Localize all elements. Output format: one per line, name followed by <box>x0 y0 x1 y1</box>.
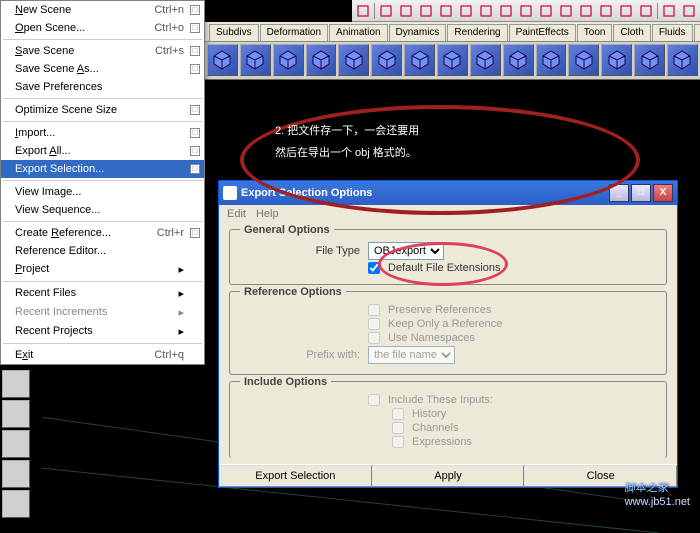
menu-view-sequence[interactable]: View Sequence... <box>1 201 204 219</box>
shelf-wedge-icon[interactable] <box>568 44 599 76</box>
tab-deformation[interactable]: Deformation <box>260 24 328 41</box>
book-icon[interactable] <box>617 3 635 19</box>
transfer-icon[interactable] <box>597 3 615 19</box>
include-options: Include Options Include These Inputs:His… <box>229 381 667 458</box>
default-ext-checkbox[interactable] <box>368 262 380 274</box>
tab-subdivs[interactable]: Subdivs <box>209 24 259 41</box>
tab-fur[interactable]: Fur <box>694 24 700 41</box>
side-view-icon[interactable] <box>2 430 30 458</box>
filetype-select[interactable]: OBJexport <box>368 242 444 260</box>
menu-recent-increments: Recent Increments▸ <box>1 303 204 322</box>
cone-icon[interactable] <box>660 3 678 19</box>
shelf-cube-icon[interactable] <box>207 44 238 76</box>
persp-icon[interactable] <box>2 370 30 398</box>
shelf-donut-icon[interactable] <box>503 44 534 76</box>
shelf-prism-icon[interactable] <box>601 44 632 76</box>
shelf-grid-icon[interactable] <box>338 44 369 76</box>
cube2-icon[interactable] <box>557 3 575 19</box>
menu-save-scene-as[interactable]: Save Scene As...□ <box>1 60 204 78</box>
export-selection-button[interactable]: Export Selection <box>219 465 372 487</box>
tab-painteffects[interactable]: PaintEffects <box>509 24 576 41</box>
diamond2-icon[interactable] <box>457 3 475 19</box>
shelf-plane-icon[interactable] <box>273 44 304 76</box>
apply-button[interactable]: Apply <box>372 465 525 487</box>
maya-icon <box>223 186 237 200</box>
shelf-ring-icon[interactable] <box>371 44 402 76</box>
menu-view-image[interactable]: View Image... <box>1 183 204 201</box>
menu-import[interactable]: Import...□ <box>1 124 204 142</box>
include-expressions-checkbox <box>392 436 404 448</box>
dialog-menu-edit[interactable]: Edit <box>227 208 246 220</box>
menu-open-scene[interactable]: Open Scene...Ctrl+o□ <box>1 19 204 37</box>
file-menu: New SceneCtrl+n□Open Scene...Ctrl+o□ Save… <box>0 0 205 365</box>
menu-export-selection[interactable]: Export Selection...□ <box>1 160 204 178</box>
ref-preserve-references-checkbox <box>368 304 380 316</box>
square-icon[interactable] <box>354 3 372 19</box>
menu-recent-files[interactable]: Recent Files▸ <box>1 284 204 303</box>
close-button[interactable]: X <box>653 184 673 202</box>
menu-reference-editor[interactable]: Reference Editor... <box>1 242 204 260</box>
shelf-cone-icon[interactable] <box>437 44 468 76</box>
menu-save-scene[interactable]: Save SceneCtrl+s□ <box>1 42 204 60</box>
export-dialog: Export Selection Options _ □ X Edit Help… <box>218 180 678 488</box>
shelf-helix-icon[interactable] <box>667 44 698 76</box>
dialog-buttons: Export Selection Apply Close <box>219 464 677 487</box>
shelf-pyramid-icon[interactable] <box>306 44 337 76</box>
cross-icon[interactable] <box>437 3 455 19</box>
tab-fluids[interactable]: Fluids <box>652 24 693 41</box>
cube-icon[interactable] <box>397 3 415 19</box>
tab-rendering[interactable]: Rendering <box>447 24 507 41</box>
filetype-label: File Type <box>240 245 360 257</box>
shelf-cylinder-icon[interactable] <box>404 44 435 76</box>
watermark: 脚本之家 www.jb51.net <box>625 475 690 508</box>
menu-save-preferences[interactable]: Save Preferences <box>1 78 204 96</box>
top-toolbar <box>352 0 700 22</box>
shelf-disc-icon[interactable] <box>536 44 567 76</box>
menu-create-reference[interactable]: Create Reference...Ctrl+r□ <box>1 224 204 242</box>
default-ext-label: Default File Extensions <box>388 262 501 274</box>
shelf-sphere-icon[interactable] <box>240 44 271 76</box>
shelf-tabs: SubdivsDeformationAnimationDynamicsRende… <box>205 22 700 42</box>
prefix-select: the file name <box>368 346 455 364</box>
shelf-pipe-icon[interactable] <box>634 44 665 76</box>
ref-keep-only-a-reference-checkbox <box>368 318 380 330</box>
ref-use-namespaces-checkbox <box>368 332 380 344</box>
menu-exit[interactable]: ExitCtrl+q <box>1 346 204 364</box>
dialog-menu-help[interactable]: Help <box>256 208 279 220</box>
shelf-torus-icon[interactable] <box>470 44 501 76</box>
diamond-icon[interactable] <box>417 3 435 19</box>
view-icons <box>2 370 30 518</box>
include-inputs-checkbox <box>368 394 380 406</box>
magnet-icon[interactable] <box>637 3 655 19</box>
layers2-icon[interactable] <box>537 3 555 19</box>
plane-icon[interactable] <box>377 3 395 19</box>
tab-cloth[interactable]: Cloth <box>613 24 650 41</box>
front-view-icon[interactable] <box>2 460 30 488</box>
maximize-button[interactable]: □ <box>631 184 651 202</box>
general-options: General Options File Type OBJexport Defa… <box>229 229 667 285</box>
menu-export-all[interactable]: Export All...□ <box>1 142 204 160</box>
menu-new-scene[interactable]: New SceneCtrl+n□ <box>1 1 204 19</box>
include-channels-checkbox <box>392 422 404 434</box>
reference-options: Reference Options Preserve ReferencesKee… <box>229 291 667 375</box>
cube3-icon[interactable] <box>577 3 595 19</box>
annotation-text: 2. 把文件存一下，一会还要用 然后在导出一个 obj 格式的。 <box>275 120 419 164</box>
four-view-icon[interactable] <box>2 400 30 428</box>
tab-toon[interactable]: Toon <box>577 24 613 41</box>
menu-project[interactable]: Project▸ <box>1 260 204 279</box>
layers-icon[interactable] <box>517 3 535 19</box>
fill-icon[interactable] <box>497 3 515 19</box>
donut-icon[interactable] <box>680 3 698 19</box>
include-history-checkbox <box>392 408 404 420</box>
shelf <box>205 42 700 80</box>
menu-recent-projects[interactable]: Recent Projects▸ <box>1 322 204 341</box>
menu-optimize-scene-size[interactable]: Optimize Scene Size□ <box>1 101 204 119</box>
square2-icon[interactable] <box>477 3 495 19</box>
tab-animation[interactable]: Animation <box>329 24 387 41</box>
tab-dynamics[interactable]: Dynamics <box>389 24 447 41</box>
